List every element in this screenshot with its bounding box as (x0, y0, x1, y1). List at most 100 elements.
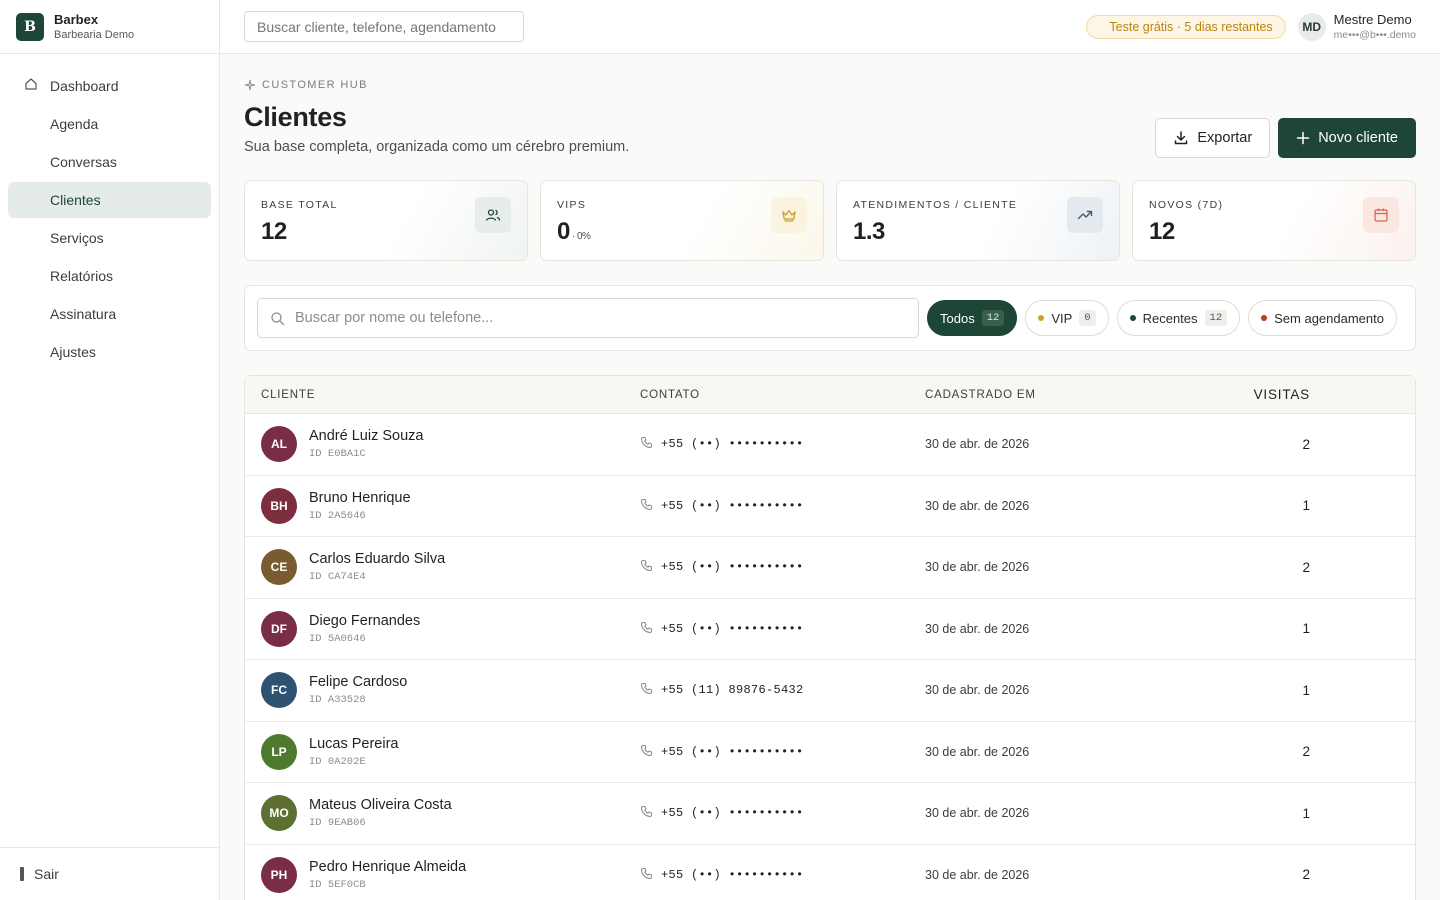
client-name[interactable]: Carlos Eduardo Silva (309, 551, 445, 567)
client-cell: BH Bruno Henrique ID 2A5646 (245, 487, 640, 524)
client-name[interactable]: André Luiz Souza (309, 428, 423, 444)
table-row[interactable]: FC Felipe Cardoso ID A33528 +55 (11) 89876-… (245, 660, 1415, 722)
table-row[interactable]: AL André Luiz Souza ID E0BA1C +55 (••) ••••… (245, 414, 1415, 476)
sidebar-item-ajustes[interactable]: Ajustes (8, 334, 211, 370)
client-name[interactable]: Lucas Pereira (309, 736, 398, 752)
client-name[interactable]: Pedro Henrique Almeida (309, 859, 466, 875)
visits-count: 1 (1302, 621, 1310, 637)
client-search-input[interactable]: Buscar por nome ou telefone... (257, 298, 919, 338)
contact-cell: +55 (••) •••••••••• (640, 498, 925, 514)
avatar: MO (261, 795, 297, 832)
client-id: ID 5A0646 (309, 632, 366, 645)
stat-label: NOVOS (7D) (1149, 199, 1224, 211)
clients-table: CLIENTE CONTATO CADASTRADO EM VISITAS AL… (244, 375, 1416, 900)
filter-pill-sem-agendamento[interactable]: Sem agendamento (1248, 300, 1397, 336)
stat-card: VIPS 0 · 0% (540, 180, 824, 261)
table-header: CLIENTE CONTATO CADASTRADO EM VISITAS (245, 376, 1415, 414)
table-row[interactable]: CE Carlos Eduardo Silva ID CA74E4 +55 (••) … (245, 537, 1415, 599)
sidebar-item-label: Dashboard (50, 78, 119, 94)
sidebar-item-dashboard[interactable]: Dashboard (8, 68, 211, 104)
registered-date: 30 de abr. de 2026 (925, 437, 1030, 452)
header-date[interactable]: CADASTRADO EM (925, 389, 1230, 401)
filter-dot-icon (1261, 315, 1268, 321)
sidebar-item-label: Agenda (50, 116, 99, 132)
new-client-button[interactable]: Novo cliente (1278, 118, 1416, 158)
contact-cell: +55 (••) •••••••••• (640, 805, 925, 821)
client-name[interactable]: Bruno Henrique (309, 490, 411, 506)
stat-card: ATENDIMENTOS / CLIENTE 1.3 (836, 180, 1120, 261)
trending-up-icon (1067, 197, 1103, 233)
sidebar-item-agenda[interactable]: Agenda (8, 106, 211, 142)
client-id: ID A33528 (309, 694, 366, 707)
user-email: me•••@b•••.demo (1333, 29, 1416, 41)
sidebar-item-servicos[interactable]: Serviços (8, 220, 211, 256)
stat-label: VIPS (557, 199, 587, 211)
client-name[interactable]: Diego Fernandes (309, 613, 420, 629)
table-row[interactable]: MO Mateus Oliveira Costa ID 9EAB06 +55 (••)… (245, 783, 1415, 845)
registered-date: 30 de abr. de 2026 (925, 744, 1030, 759)
header-client[interactable]: CLIENTE (245, 389, 640, 401)
client-cell: AL André Luiz Souza ID E0BA1C (245, 426, 640, 463)
sidebar-item-relatorios[interactable]: Relatórios (8, 258, 211, 294)
client-cell: CE Carlos Eduardo Silva ID CA74E4 (245, 549, 640, 586)
logout-button[interactable]: Sair (0, 847, 219, 900)
filter-pill-label: Sem agendamento (1274, 310, 1384, 326)
contact-cell: +55 (••) •••••••••• (640, 744, 925, 760)
table-body: AL André Luiz Souza ID E0BA1C +55 (••) ••••… (245, 414, 1415, 900)
contact-cell: +55 (11) 89876-5432 (640, 682, 925, 698)
table-row[interactable]: BH Bruno Henrique ID 2A5646 +55 (••) ••••••… (245, 476, 1415, 537)
filter-pill-todos[interactable]: Todos 12 (927, 300, 1018, 336)
avatar: PH (261, 856, 297, 893)
contact-cell: +55 (••) •••••••••• (640, 436, 925, 452)
filter-pill-recentes[interactable]: Recentes 12 (1116, 300, 1241, 336)
filter-dot-icon (1038, 315, 1045, 321)
phone-number: +55 (••) •••••••••• (661, 621, 804, 636)
avatar: LP (261, 733, 297, 770)
phone-number: +55 (••) •••••••••• (661, 806, 804, 821)
header-visits[interactable]: VISITAS (1230, 387, 1310, 402)
phone-icon (640, 744, 653, 760)
client-cell: MO Mateus Oliveira Costa ID 9EAB06 (245, 795, 640, 832)
client-info: Bruno Henrique ID 2A5646 (309, 490, 411, 522)
main: Teste grátis · 5 dias restantes MD Mestr… (220, 0, 1440, 900)
eyebrow: CUSTOMER HUB (244, 78, 1416, 92)
global-search-input[interactable] (244, 11, 524, 42)
filter-pill-label: Todos (940, 310, 975, 326)
header-contact[interactable]: CONTATO (640, 389, 925, 401)
client-name[interactable]: Mateus Oliveira Costa (309, 797, 452, 813)
registered-date: 30 de abr. de 2026 (925, 806, 1030, 821)
stat-suffix: · 0% (571, 231, 591, 242)
sidebar-item-assinatura[interactable]: Assinatura (8, 296, 211, 332)
stat-value: 12 (1149, 218, 1399, 246)
filter-pill-vip[interactable]: VIP 0 (1025, 300, 1109, 336)
visits-count: 1 (1302, 682, 1310, 698)
crown-icon (771, 197, 807, 233)
user-menu[interactable]: MD Mestre Demo me•••@b•••.demo (1297, 12, 1416, 41)
table-row[interactable]: DF Diego Fernandes ID 5A0646 +55 (••) •••••… (245, 599, 1415, 660)
registered-date: 30 de abr. de 2026 (925, 498, 1030, 513)
trial-badge[interactable]: Teste grátis · 5 dias restantes (1086, 14, 1286, 39)
sidebar-item-label: Serviços (50, 230, 104, 246)
export-label: Exportar (1197, 130, 1253, 146)
client-id: ID 0A202E (309, 755, 366, 768)
table-row[interactable]: PH Pedro Henrique Almeida ID 5EF0CB +55 (••… (245, 845, 1415, 900)
brand-subtitle: Barbearia Demo (54, 29, 135, 41)
registered-date: 30 de abr. de 2026 (925, 560, 1030, 575)
sparkle-icon (244, 79, 256, 91)
filter-pill-count: 0 (1079, 310, 1096, 326)
stat-number: 12 (1149, 218, 1175, 245)
sidebar-item-conversas[interactable]: Conversas (8, 144, 211, 180)
visits-count: 1 (1302, 805, 1310, 821)
client-name[interactable]: Felipe Cardoso (309, 674, 407, 690)
sidebar-item-clientes[interactable]: Clientes (8, 182, 211, 218)
export-button[interactable]: Exportar (1155, 118, 1271, 158)
table-row[interactable]: LP Lucas Pereira ID 0A202E +55 (••) •••••••… (245, 722, 1415, 783)
stat-label: ATENDIMENTOS / CLIENTE (853, 199, 1018, 211)
brand[interactable]: B Barbex Barbearia Demo (0, 0, 219, 54)
phone-number: +55 (11) 89876-5432 (661, 683, 804, 698)
topbar: Teste grátis · 5 dias restantes MD Mestr… (220, 0, 1440, 54)
page-actions: Exportar Novo cliente (1155, 118, 1416, 158)
stat-number: 1.3 (853, 218, 885, 245)
phone-icon (640, 867, 653, 883)
phone-icon (640, 805, 653, 821)
